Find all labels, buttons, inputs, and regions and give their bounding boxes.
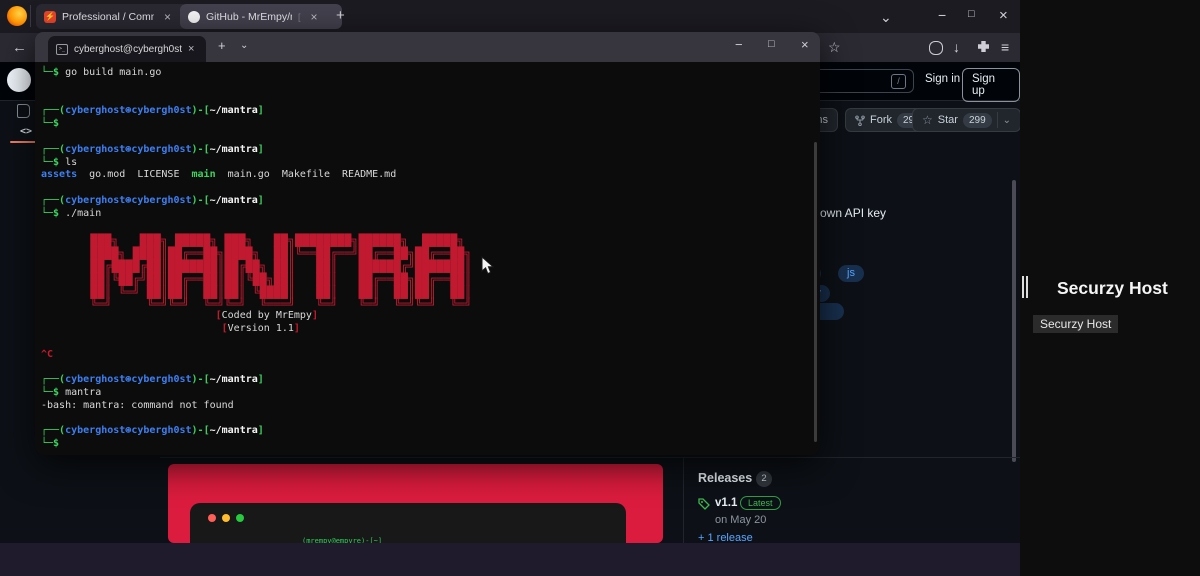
code-tab[interactable]: <> (20, 126, 32, 137)
desktop: ⚡ Professional / Community 202 × GitHub … (0, 0, 1200, 576)
tab2-title-fade: [ (298, 11, 301, 22)
list-all-tabs-icon[interactable]: ⌄ (880, 9, 892, 26)
terminal-scrollbar-thumb[interactable] (814, 142, 817, 442)
sign-up-button[interactable]: Sign up (962, 68, 1020, 102)
sign-in-link[interactable]: Sign in (925, 73, 960, 85)
tab1-favicon-icon: ⚡ (44, 10, 56, 23)
watermark-chip: Securzy Host (1033, 315, 1119, 333)
tab-separator (30, 5, 31, 27)
terminal-tab-title: cyberghost@cybergh0st: ~/m (74, 43, 182, 55)
terminal-tab-dropdown-icon[interactable]: ⌄ (240, 40, 248, 51)
readme-banner-image: (mrempy@empyre)-[~] (168, 464, 663, 545)
mouse-cursor (481, 256, 495, 275)
terminal-tab[interactable]: >_ cyberghost@cybergh0st: ~/m × (48, 36, 206, 62)
tab-professional-community[interactable]: ⚡ Professional / Community 202 × (36, 4, 188, 29)
content-divider (160, 457, 1020, 458)
star-icon: ☆ (922, 113, 933, 127)
tab-github-mantra[interactable]: GitHub - MrEmpy/mantra: [ × (180, 4, 342, 29)
release-tag-icon (698, 498, 710, 510)
taskbar: Search b 31° (0, 543, 1020, 576)
terminal-window: >_ cyberghost@cybergh0st: ~/m × + ⌄ − □ … (35, 32, 820, 455)
mock-min-dot (222, 514, 230, 522)
pocket-icon[interactable] (929, 41, 943, 55)
page-scrollbar-thumb[interactable] (1012, 180, 1016, 462)
sidebar-divider (683, 457, 684, 543)
release-date: on May 20 (715, 514, 767, 526)
pause-bar-icon (1026, 276, 1028, 298)
releases-title[interactable]: Releases (698, 471, 752, 485)
terminal-tab-close-icon[interactable]: × (188, 43, 194, 55)
firefox-tab-bar: ⚡ Professional / Community 202 × GitHub … (0, 0, 1020, 33)
terminal-new-tab-button[interactable]: + (218, 38, 226, 53)
search-slash-kbd: / (891, 74, 906, 89)
terminal-title-bar[interactable]: >_ cyberghost@cybergh0st: ~/m × + ⌄ − □ … (35, 32, 820, 62)
letterbox-region: Securzy Host Securzy Host (1020, 0, 1200, 576)
topic-pill[interactable]: js (838, 265, 864, 282)
terminal-output[interactable]: └─$ go build main.go ┌──(cyberghost⊛cyber… (35, 62, 820, 455)
star-button[interactable]: ☆ Star 299 ⌄ (912, 108, 1022, 132)
watermark-title: Securzy Host (1057, 278, 1168, 298)
mock-max-dot (236, 514, 244, 522)
banner-terminal-mockup: (mrempy@empyre)-[~] (190, 503, 626, 545)
window-minimize-icon[interactable]: − (938, 7, 946, 23)
tab2-close-icon[interactable]: × (311, 10, 318, 24)
tab1-close-icon[interactable]: × (164, 10, 171, 24)
fork-icon (855, 115, 865, 126)
tab2-title: GitHub - MrEmpy/mantra: (206, 10, 292, 23)
star-count-badge: 299 (962, 112, 992, 128)
terminal-tab-icon: >_ (56, 43, 68, 55)
bookmark-star-icon[interactable]: ☆ (828, 39, 841, 56)
about-description-fragment: own API key (820, 206, 887, 220)
release-version[interactable]: v1.1 (715, 497, 737, 509)
extensions-puzzle-icon[interactable] (978, 41, 989, 52)
terminal-close-icon[interactable]: × (801, 37, 809, 52)
terminal-maximize-icon[interactable]: □ (768, 38, 775, 50)
window-close-icon[interactable]: × (999, 7, 1008, 24)
tab2-favicon-github-icon (188, 10, 200, 23)
tab1-title: Professional / Community 202 (62, 10, 154, 23)
latest-badge: Latest (740, 496, 781, 510)
star-dropdown-caret-icon[interactable]: ⌄ (1003, 115, 1011, 126)
back-icon[interactable]: ← (12, 39, 27, 56)
firefox-logo-icon[interactable] (7, 6, 27, 26)
releases-count-badge: 2 (756, 471, 772, 487)
terminal-minimize-icon[interactable]: − (735, 37, 743, 52)
menu-hamburger-icon[interactable]: ≡ (1001, 39, 1009, 55)
github-logo-icon[interactable] (7, 68, 31, 92)
pause-bar-icon (1022, 276, 1024, 298)
repo-book-icon (17, 104, 30, 118)
new-tab-button[interactable]: + (336, 7, 345, 24)
downloads-icon[interactable]: ↓ (953, 39, 960, 55)
mock-close-dot (208, 514, 216, 522)
window-maximize-icon[interactable]: □ (968, 8, 975, 20)
